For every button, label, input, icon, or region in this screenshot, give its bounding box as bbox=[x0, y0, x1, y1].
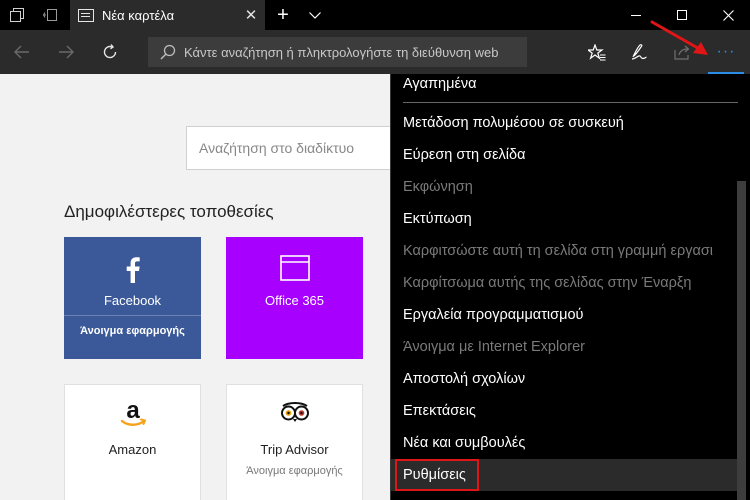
menu-scrollbar[interactable] bbox=[737, 181, 746, 500]
tab-title: Νέα καρτέλα bbox=[102, 7, 175, 23]
tile-name: Amazon bbox=[108, 442, 157, 457]
web-search-box[interactable] bbox=[186, 126, 390, 170]
top-sites-heading: Δημοφιλέστερες τοποθεσίες bbox=[64, 202, 274, 221]
tab-overview-icon[interactable] bbox=[0, 0, 34, 30]
tile-divider bbox=[64, 315, 201, 316]
minimize-button[interactable] bbox=[613, 0, 659, 30]
facebook-logo-icon bbox=[64, 257, 201, 283]
open-app-link[interactable]: Άνοιγμα εφαρμογής bbox=[64, 325, 201, 337]
set-tabs-aside-icon[interactable] bbox=[34, 0, 66, 30]
menu-item-cast-media[interactable]: Μετάδοση πολυμέσου σε συσκευή bbox=[391, 107, 738, 139]
title-bar: Νέα καρτέλα ✕ + bbox=[0, 0, 750, 30]
menu-item-whats-new[interactable]: Νέα και συμβουλές bbox=[391, 427, 738, 459]
top-site-tile-facebook[interactable]: Facebook Άνοιγμα εφαρμογής bbox=[64, 237, 201, 359]
menu-item-find-on-page[interactable]: Εύρεση στη σελίδα bbox=[391, 139, 738, 171]
top-site-tile-amazon[interactable]: a Amazon bbox=[64, 384, 201, 500]
tile-name: Facebook bbox=[103, 293, 162, 308]
settings-and-more-menu: Αγαπημένα Μετάδοση πολυμέσου σε συσκευή … bbox=[390, 74, 750, 500]
new-tab-page: Δημοφιλέστερες τοποθεσίες Facebook Άνοιγ… bbox=[0, 74, 390, 500]
refresh-icon[interactable] bbox=[90, 30, 130, 74]
tab-new-tab[interactable]: Νέα καρτέλα ✕ bbox=[70, 0, 265, 30]
settings-highlight-box bbox=[395, 459, 479, 491]
tile-name: Trip Advisor bbox=[260, 442, 329, 457]
office-365-logo-icon bbox=[226, 255, 363, 281]
svg-text:a: a bbox=[126, 399, 140, 424]
menu-item-favorites[interactable]: Αγαπημένα bbox=[391, 68, 738, 100]
address-bar[interactable] bbox=[148, 37, 527, 67]
web-search-input[interactable] bbox=[199, 140, 389, 156]
trip-advisor-owl-icon bbox=[227, 401, 362, 423]
new-tab-page-icon bbox=[78, 8, 94, 22]
menu-item-open-with-ie: Άνοιγμα με Internet Explorer bbox=[403, 339, 586, 355]
new-tab-button[interactable]: + bbox=[268, 0, 298, 30]
menu-item-extensions[interactable]: Επεκτάσεις bbox=[391, 395, 738, 427]
top-site-tile-office-365[interactable]: Office 365 bbox=[226, 237, 363, 359]
menu-item-pin-to-start: Καρφίτσωμα αυτής της σελίδας στην Έναρξη bbox=[403, 275, 692, 291]
maximize-button[interactable] bbox=[659, 0, 705, 30]
search-icon bbox=[160, 44, 176, 60]
top-site-tile-trip-advisor[interactable]: Trip Advisor Άνοιγμα εφαρμογής bbox=[226, 384, 363, 500]
open-app-link[interactable]: Άνοιγμα εφαρμογής bbox=[227, 465, 362, 477]
menu-item-pin-to-taskbar: Καρφιτσώστε αυτή τη σελίδα στη γραμμή ερ… bbox=[403, 243, 714, 259]
tab-preview-chevron-icon[interactable] bbox=[300, 0, 330, 30]
address-input[interactable] bbox=[184, 44, 524, 60]
menu-item-read-aloud: Εκφώνηση bbox=[403, 179, 473, 195]
close-window-button[interactable] bbox=[705, 0, 750, 30]
tile-name: Office 365 bbox=[264, 293, 325, 308]
tab-close-button[interactable]: ✕ bbox=[237, 6, 265, 24]
amazon-logo-icon: a bbox=[65, 399, 200, 431]
back-arrow-icon[interactable] bbox=[2, 30, 42, 74]
menu-item-send-feedback[interactable]: Αποστολή σχολίων bbox=[391, 363, 738, 395]
menu-item-developer-tools[interactable]: Εργαλεία προγραμματισμού bbox=[391, 299, 738, 331]
forward-arrow-icon[interactable] bbox=[46, 30, 86, 74]
menu-divider bbox=[403, 102, 738, 103]
menu-item-print[interactable]: Εκτύπωση bbox=[391, 203, 738, 235]
